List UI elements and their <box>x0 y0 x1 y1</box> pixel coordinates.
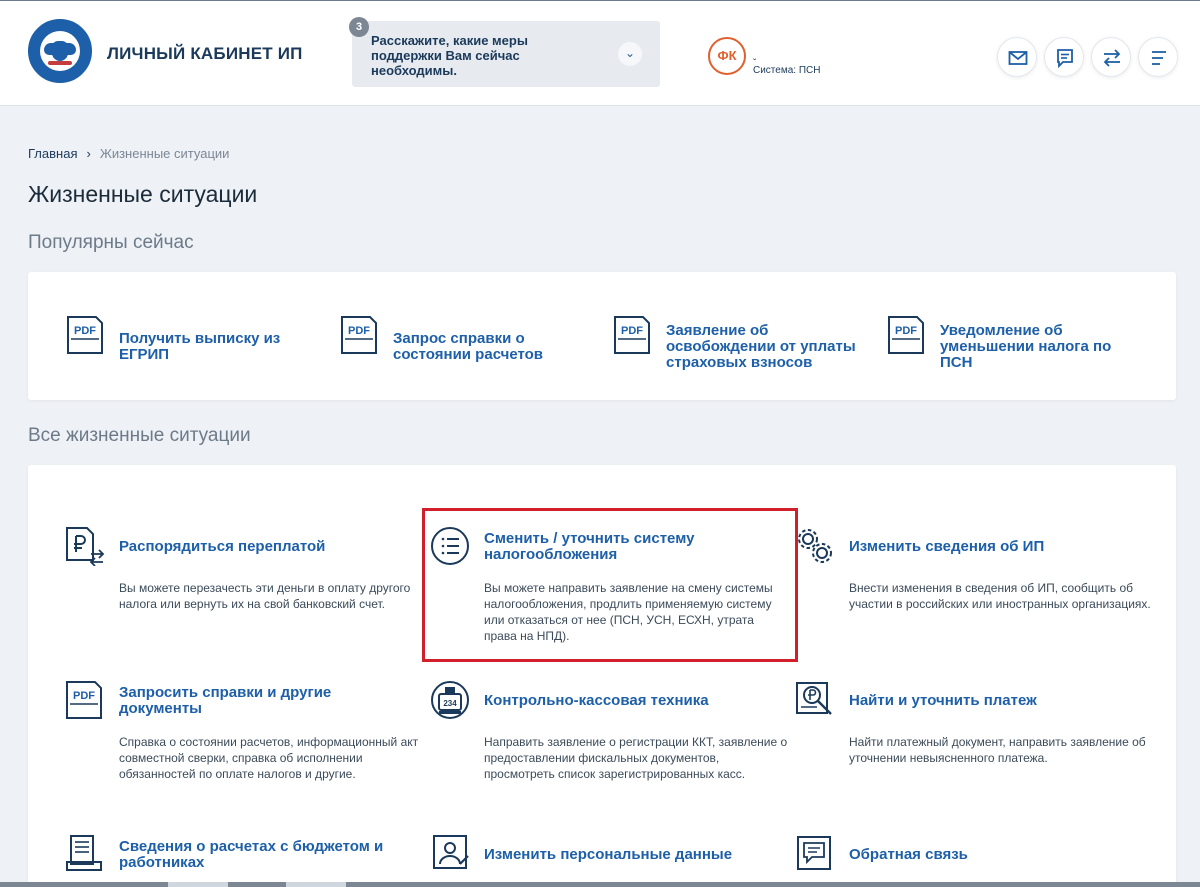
situation-personal-data[interactable]: Изменить персональные данные <box>430 834 770 882</box>
situation-title: Сведения о расчетах с бюджетом и работни… <box>119 838 384 871</box>
situation-cash-register[interactable]: 234 Контрольно-кассовая техника Направит… <box>430 680 787 800</box>
horizontal-scrollbar[interactable] <box>0 882 1200 887</box>
popular-card: PDF Получить выписку из ЕГРИП PDF Запрос… <box>28 272 1176 400</box>
situation-title: Изменить персональные данные <box>484 846 733 863</box>
svg-text:PDF: PDF <box>348 325 370 337</box>
popular-item-insurance-exemption[interactable]: PDF Заявление об освобождении от уплаты … <box>613 302 863 392</box>
breadcrumb-current: Жизненные ситуации <box>99 146 230 161</box>
popular-item-psn-reduction[interactable]: PDF Уведомление об уменьшении налога по … <box>887 302 1137 392</box>
chat-icon <box>1057 49 1073 68</box>
switch-profile-button[interactable] <box>1091 37 1131 77</box>
situation-description: Найти платежный документ, направить заяв… <box>849 735 1146 765</box>
user-name: ˬ <box>753 50 757 61</box>
menu-icon <box>1152 51 1166 65</box>
popular-section-title: Популярны сейчас <box>28 232 194 253</box>
svg-text:PDF: PDF <box>73 690 95 702</box>
situation-title: Контрольно-кассовая техника <box>484 692 709 709</box>
user-tax-system: Система: ПСН <box>753 65 821 76</box>
pdf-icon: PDF <box>341 316 377 354</box>
app-title: ЛИЧНЫЙ КАБИНЕТ ИП <box>107 44 303 63</box>
all-section-title: Все жизненные ситуации <box>28 425 251 446</box>
person-card-icon <box>433 835 469 869</box>
svg-text:PDF: PDF <box>74 325 96 337</box>
logo-emblem <box>40 31 80 71</box>
situation-overpayment[interactable]: Распорядиться переплатой Вы можете перез… <box>65 526 410 636</box>
ruble-search-icon <box>796 682 832 715</box>
svg-text:234: 234 <box>443 699 457 708</box>
feedback-icon <box>797 836 831 870</box>
avatar[interactable]: ФК <box>708 37 746 75</box>
gears-icon <box>798 529 832 563</box>
pdf-icon: PDF <box>66 681 102 719</box>
header: ЛИЧНЫЙ КАБИНЕТ ИП 3 Расскажите, какие ме… <box>0 1 1200 106</box>
pdf-icon: PDF <box>888 316 924 354</box>
situation-title: Изменить сведения об ИП <box>849 538 1045 555</box>
popular-item-settlement-certificate[interactable]: PDF Запрос справки о состоянии расчетов <box>340 302 590 392</box>
ruble-document-icon <box>66 527 105 566</box>
menu-button[interactable] <box>1138 37 1178 77</box>
breadcrumb: Главная › Жизненные ситуации <box>28 146 229 161</box>
fns-logo[interactable] <box>28 19 92 83</box>
support-survey-banner[interactable]: 3 Расскажите, какие меры поддержки Вам с… <box>349 17 660 87</box>
situation-description: Вы можете перезачесть эти деньги в оплат… <box>119 581 411 611</box>
svg-text:PDF: PDF <box>621 325 643 337</box>
popular-item-label: Уведомление об уменьшении налога по ПСН <box>940 322 1112 371</box>
page-title: Жизненные ситуации <box>28 181 258 207</box>
situation-description: Направить заявление о регистрации ККТ, з… <box>484 735 788 781</box>
situation-title: Распорядиться переплатой <box>119 538 326 555</box>
situation-feedback[interactable]: Обратная связь <box>795 834 1135 882</box>
support-survey-text: Расскажите, какие меры поддержки Вам сей… <box>371 33 528 78</box>
breadcrumb-separator: › <box>86 146 91 161</box>
popular-item-label: Заявление об освобождении от уплаты стра… <box>666 322 856 371</box>
popular-item-label: Получить выписку из ЕГРИП <box>119 330 281 363</box>
situation-find-payment[interactable]: Найти и уточнить платеж Найти платежный … <box>795 680 1146 790</box>
situation-request-certificates[interactable]: PDF Запросить справки и другие документы… <box>65 680 418 790</box>
pdf-icon: PDF <box>67 316 103 354</box>
chevron-down-icon[interactable]: ⌄ <box>618 42 642 66</box>
chat-button[interactable] <box>1044 37 1084 77</box>
support-count-badge: 3 <box>349 17 369 37</box>
situation-description: Справка о состоянии расчетов, информацио… <box>119 735 419 781</box>
swap-icon <box>1103 49 1121 67</box>
cash-register-icon: 234 <box>431 681 469 719</box>
situation-title: Найти и уточнить платеж <box>849 692 1037 709</box>
situation-title: Обратная связь <box>849 846 968 863</box>
popular-item-egrip-extract[interactable]: PDF Получить выписку из ЕГРИП <box>66 302 316 392</box>
situation-change-ip-info[interactable]: Изменить сведения об ИП Внести изменения… <box>795 526 1151 636</box>
mail-icon <box>1008 51 1028 65</box>
breadcrumb-home-link[interactable]: Главная <box>28 146 77 161</box>
report-icon <box>66 835 102 871</box>
situation-budget-settlements[interactable]: Сведения о расчетах с бюджетом и работни… <box>65 834 405 882</box>
popular-item-label: Запрос справки о состоянии расчетов <box>393 330 544 363</box>
svg-text:PDF: PDF <box>895 325 917 337</box>
situation-title: Запросить справки и другие документы <box>119 684 332 717</box>
highlight-frame <box>422 508 798 662</box>
situation-description: Внести изменения в сведения об ИП, сообщ… <box>849 581 1151 611</box>
mail-button[interactable] <box>997 37 1037 77</box>
pdf-icon: PDF <box>614 316 650 354</box>
